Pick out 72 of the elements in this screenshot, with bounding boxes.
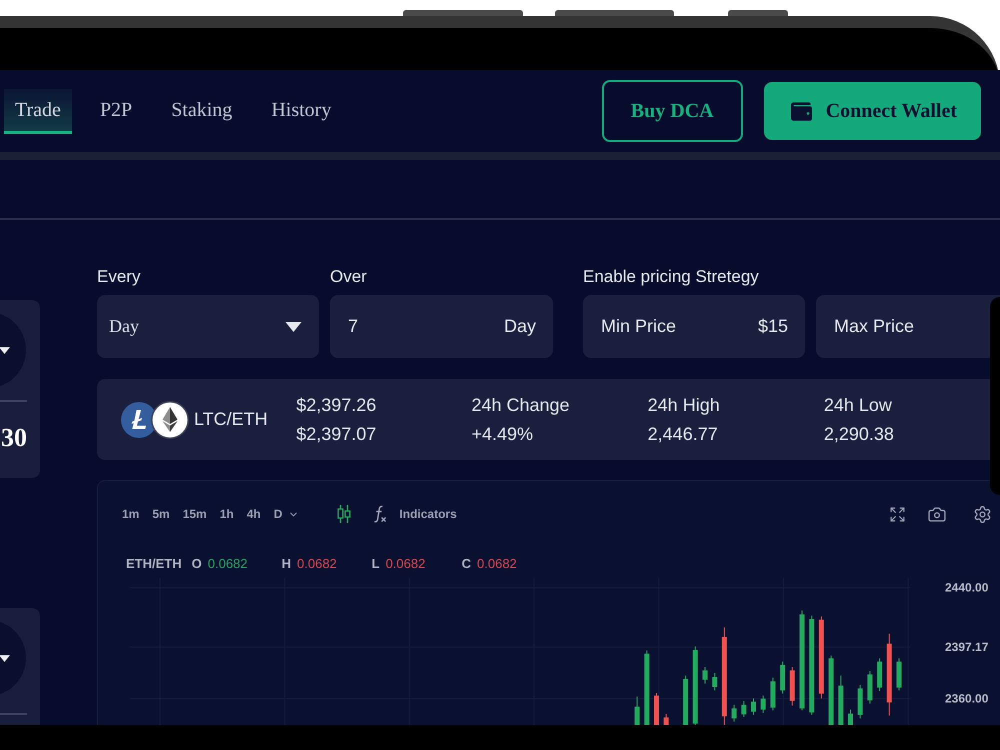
stat-label: 24h Change <box>471 394 571 417</box>
coin-icon <box>151 400 189 438</box>
ohlc-value: 0.0682 <box>477 555 517 574</box>
axis-label: 2397.17 <box>945 640 988 654</box>
buy-button[interactable]: Buy DCA <box>602 80 743 142</box>
candlestick <box>780 661 786 694</box>
caret-icon <box>0 654 10 662</box>
nav-tab[interactable]: P2P <box>88 88 144 134</box>
candlestick <box>664 713 669 725</box>
stat-label: 24h Low <box>824 394 893 416</box>
camera-icon[interactable] <box>927 504 947 524</box>
candlestick <box>760 695 766 714</box>
candlestick <box>790 666 795 706</box>
stat-value: +4.49% <box>471 422 534 446</box>
stat-label: 24h High <box>648 394 721 417</box>
interval-button[interactable]: 1m <box>122 505 140 523</box>
candlestick <box>828 655 834 725</box>
ohlc-value: 0.0682 <box>208 555 248 574</box>
candlestick <box>634 696 640 725</box>
ohlc-key: O <box>192 554 202 574</box>
nav-tab[interactable]: Trade <box>4 88 72 134</box>
candlestick <box>867 670 872 704</box>
input-field[interactable]: Max Price <box>816 295 1000 358</box>
ohlc-key: H <box>282 554 292 574</box>
amount-text: 30 <box>0 423 27 453</box>
input-field[interactable]: Min Price $15 <box>583 295 805 358</box>
indicators-button[interactable]: Indicators <box>399 505 457 523</box>
candlestick <box>654 692 659 725</box>
caret-icon <box>285 322 302 332</box>
nav-tab[interactable]: Staking <box>160 88 244 134</box>
connect-wallet-button[interactable]: Connect Wallet <box>764 82 981 140</box>
pair-label: LTC/ETH <box>194 408 268 431</box>
candlestick <box>712 672 718 691</box>
section-label: Enable pricing Stretegy <box>583 267 760 287</box>
candlestick <box>702 666 708 684</box>
candlestick <box>877 658 882 692</box>
function-icon[interactable] <box>373 505 388 523</box>
candlestick <box>732 704 737 722</box>
input-field[interactable]: 7 Day <box>330 295 553 358</box>
candlestick-icon[interactable] <box>337 505 352 523</box>
field-label: Every <box>97 267 142 287</box>
ohlc-value: 0.0682 <box>386 555 426 574</box>
candlestick <box>896 658 902 691</box>
candlestick <box>838 675 844 725</box>
interval-button[interactable]: 15m <box>182 505 207 523</box>
wallet-icon <box>790 100 813 122</box>
candlestick <box>848 709 853 725</box>
axis-label: 2360.00 <box>945 692 988 706</box>
select-field[interactable]: Day <box>97 295 319 358</box>
field-label: Over <box>330 267 368 287</box>
price-text: $2,397.26 <box>296 394 378 416</box>
candlestick <box>751 698 756 716</box>
price-text: $2,397.07 <box>296 422 378 446</box>
symbol-label: ETH/ETH <box>126 555 182 574</box>
ohlc-key: L <box>372 554 380 574</box>
candlestick <box>741 700 746 718</box>
stat-value: 2,446.77 <box>648 422 719 446</box>
stat-value: 2,290.38 <box>824 422 895 446</box>
interval-button[interactable]: 1h <box>220 505 234 523</box>
fullscreen-icon[interactable] <box>889 506 906 522</box>
candlestick <box>858 684 863 719</box>
interval-button[interactable]: 4h <box>246 505 261 523</box>
settings-icon[interactable] <box>973 504 992 524</box>
axis-label: 2440.00 <box>945 580 988 595</box>
interval-button[interactable]: 5m <box>152 505 170 523</box>
interval-button[interactable]: D <box>274 505 300 523</box>
candlestick <box>770 677 776 711</box>
candlestick <box>683 675 688 725</box>
nav-tab[interactable]: History <box>260 88 342 134</box>
ohlc-key: C <box>462 554 472 574</box>
ohlc-value: 0.0682 <box>297 555 337 574</box>
caret-icon <box>0 346 10 354</box>
